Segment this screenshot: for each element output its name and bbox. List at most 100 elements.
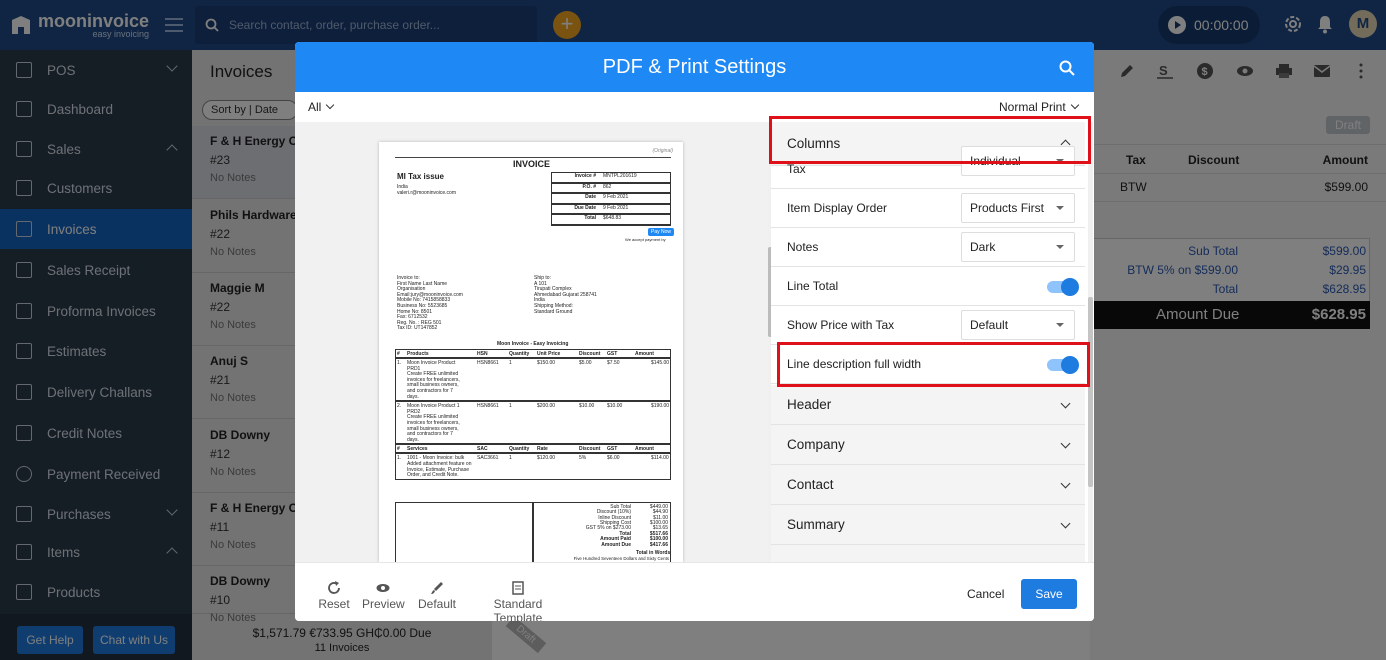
section-header[interactable]: Header (771, 385, 1085, 425)
preview-header-cell: Products (407, 351, 429, 357)
preview-header-row (395, 349, 671, 358)
preview-cell-value: $200.00 (537, 403, 556, 410)
preview-total-value: $417.66 (649, 541, 668, 548)
default-button[interactable]: Default (417, 581, 457, 611)
chevron-down-icon (1060, 398, 1071, 409)
section-company[interactable]: Company (771, 425, 1085, 465)
setting-label: Tax (787, 162, 806, 176)
invoice-preview-page: (Original) INVOICE MI Tax issue India va… (379, 142, 683, 562)
preview-cell-value: SAC3661 (477, 455, 499, 462)
search-icon[interactable] (1059, 60, 1075, 76)
preview-words: Five Hundred Seventeen Dollars and Sixty… (573, 555, 669, 561)
preview-header-cell: Services (407, 446, 428, 453)
template-icon (512, 581, 524, 595)
section-summary[interactable]: Summary (771, 505, 1085, 545)
preview-header-cell: Amount (635, 446, 654, 453)
chevron-down-icon (1060, 438, 1071, 449)
highlight-line-description (777, 342, 1090, 387)
setting-show-price-with-tax: Show Price with Tax Default (771, 306, 1085, 345)
section-label: Header (787, 397, 832, 412)
preview-meta-row (551, 182, 671, 194)
preview-cell-number: 2. (397, 403, 402, 410)
preview-accept-text: We accept payment by (625, 237, 666, 242)
notes-select[interactable]: Dark (961, 232, 1075, 262)
preview-cell-value: $6.00 (607, 455, 620, 462)
preview-cell-amount: $190.00 (651, 403, 670, 410)
dialog-footer: Reset Preview Default Standard Template … (295, 562, 1094, 621)
preview-cell-value: $150.00 (537, 360, 556, 366)
preview-label: Preview (362, 597, 405, 611)
preview-cell-value: HSN8661 (477, 403, 499, 410)
settings-scroll-thumb[interactable] (1088, 297, 1093, 487)
dropdown-arrow-icon (1056, 206, 1064, 210)
preview-cell-value: $10.00 (607, 403, 623, 410)
preview-cell-value: $10.00 (579, 403, 595, 410)
preview-header-cell: Quantity (509, 351, 530, 357)
brush-icon (431, 582, 443, 594)
preview-cell-value: $120.00 (537, 455, 556, 462)
select-value: Products First (970, 201, 1045, 215)
preview-header-row (395, 444, 671, 454)
preview-header-cell: Unit Price (537, 351, 561, 357)
standard-template-button[interactable]: Standard Template (470, 581, 566, 621)
preview-cell-value: 5% (579, 455, 587, 462)
preview-cell-amount: $145.00 (651, 360, 670, 366)
preview-cell-value: 1 (509, 403, 512, 410)
preview-title: INVOICE (513, 159, 551, 169)
standard-template-label: Standard Template (493, 597, 543, 621)
preview-cell-amount: $114.00 (651, 455, 669, 462)
preview-company: MI Tax issue (397, 172, 444, 181)
chevron-down-icon (1060, 518, 1071, 529)
section-label: Contact (787, 477, 834, 492)
preview-meta-row (551, 193, 671, 204)
print-mode-dropdown[interactable]: Normal Print (999, 100, 1079, 114)
pdf-print-settings-dialog: PDF & Print Settings All Normal Print (O… (295, 42, 1094, 621)
preview-meta-row (551, 172, 671, 183)
preview-header-cell: GST (607, 351, 618, 357)
print-mode-value: Normal Print (999, 100, 1066, 114)
preview-header-cell: Quantity (509, 446, 530, 453)
invoice-preview-area: (Original) INVOICE MI Tax issue India va… (295, 122, 771, 562)
highlight-columns (769, 116, 1091, 164)
save-button[interactable]: Save (1021, 579, 1077, 609)
setting-label: Item Display Order (787, 201, 888, 215)
setting-item-display-order: Item Display Order Products First (771, 189, 1085, 228)
preview-original-label: (Original) (652, 148, 673, 154)
preview-meta-row (551, 214, 671, 225)
preview-cell-value: 1 (509, 455, 512, 462)
section-contact[interactable]: Contact (771, 465, 1085, 505)
refresh-icon (328, 581, 340, 594)
filter-value: All (308, 100, 322, 114)
setting-label: Show Price with Tax (787, 318, 895, 332)
eye-icon (376, 584, 390, 592)
preview-header-cell: Discount (579, 446, 601, 453)
preview-cell-value: $7.50 (607, 360, 620, 366)
select-value: Default (970, 318, 1009, 332)
preview-header-cell: GST (607, 446, 618, 453)
preview-email: valeri.r@mooninvoice.com (397, 190, 456, 196)
dropdown-arrow-icon (1056, 245, 1064, 249)
preview-notes-box (395, 501, 533, 562)
show-price-select[interactable]: Default (961, 310, 1075, 340)
cancel-button[interactable]: Cancel (967, 587, 1004, 601)
setting-line-total: Line Total (771, 267, 1085, 306)
reset-button[interactable]: Reset (317, 581, 351, 611)
filter-dropdown[interactable]: All (308, 100, 335, 114)
preview-button[interactable]: Preview (362, 581, 405, 611)
section-more[interactable] (771, 545, 1085, 562)
chevron-down-icon (326, 100, 335, 110)
preview-total-label: Amount Due (601, 541, 631, 548)
preview-cell-desc: days. (407, 436, 419, 443)
setting-label: Notes (787, 240, 819, 254)
chevron-down-icon (1070, 100, 1079, 110)
preview-cell-number: 1. (397, 455, 402, 462)
section-label: Company (787, 437, 845, 452)
preview-header-cell: Rate (537, 446, 548, 453)
dialog-title: PDF & Print Settings (295, 42, 1094, 92)
preview-cell-value: HSN8661 (477, 360, 499, 366)
preview-cell-value: 1 (509, 360, 512, 366)
preview-header-cell: Amount (635, 351, 654, 357)
item-display-order-select[interactable]: Products First (961, 193, 1075, 223)
preview-header-cell: SAC (477, 446, 488, 453)
line-total-toggle[interactable] (1047, 278, 1079, 296)
